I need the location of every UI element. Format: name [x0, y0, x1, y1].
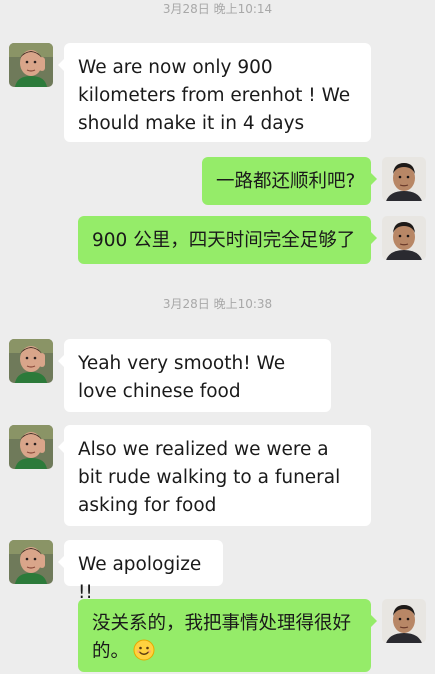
message-bubble-incoming[interactable]: We are now only 900 kilometers from eren…: [58, 43, 371, 142]
contact-avatar[interactable]: [9, 425, 53, 469]
contact-avatar[interactable]: [9, 43, 53, 87]
message-bubble-incoming[interactable]: We apologize !!: [58, 540, 223, 603]
message-text: 没关系的，我把事情处理得很好的。: [92, 613, 352, 662]
message-bubble-outgoing[interactable]: 900 公里，四天时间完全足够了: [78, 216, 377, 264]
contact-avatar-image: [9, 339, 53, 383]
message-bubble-outgoing[interactable]: 没关系的，我把事情处理得很好的。: [78, 599, 377, 672]
my-avatar-image: [382, 599, 426, 643]
timestamp: 3月28日 晚上10:14: [162, 2, 273, 16]
my-avatar-image: [382, 157, 426, 201]
my-avatar[interactable]: [382, 157, 426, 201]
my-avatar-image: [382, 216, 426, 260]
message-bubble-incoming[interactable]: Also we realized we were a bit rude walk…: [58, 425, 371, 526]
contact-avatar-image: [9, 43, 53, 87]
contact-avatar[interactable]: [9, 540, 53, 584]
my-avatar[interactable]: [382, 599, 426, 643]
timestamp: 3月28日 晚上10:38: [162, 297, 273, 311]
contact-avatar-image: [9, 540, 53, 584]
message-bubble-outgoing[interactable]: 一路都还顺利吧?: [202, 157, 377, 205]
contact-avatar[interactable]: [9, 339, 53, 383]
my-avatar[interactable]: [382, 216, 426, 260]
message-bubble-incoming[interactable]: Yeah very smooth! We love chinese food: [58, 339, 331, 412]
contact-avatar-image: [9, 425, 53, 469]
chat-area[interactable]: 3月28日 晚上10:14 We are now only 900 kilome…: [0, 0, 435, 674]
smile-emoji-icon: [133, 639, 155, 661]
